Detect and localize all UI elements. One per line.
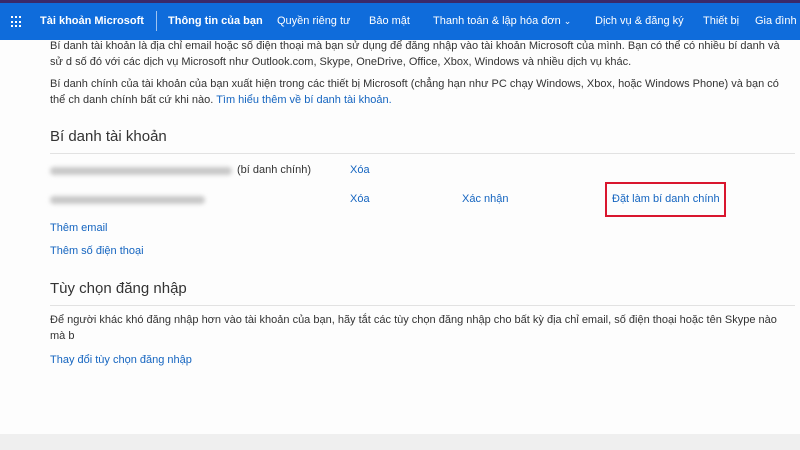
intro-text-1: Bí danh tài khoản là địa chỉ email hoặc …	[50, 38, 795, 70]
nav-privacy[interactable]: Quyền riêng tư	[277, 15, 350, 27]
intro-text-2: Bí danh chính của tài khoản của bạn xuất…	[50, 76, 795, 108]
nav-payment-billing[interactable]: Thanh toán & lập hóa đơn ⌄	[433, 15, 571, 27]
verify-alias-link[interactable]: Xác nhận	[462, 193, 508, 205]
primary-alias-email	[50, 167, 232, 175]
nav-family[interactable]: Gia đình	[755, 15, 797, 27]
intro-line: số đó với các dịch vụ Microsoft như Outl…	[75, 56, 632, 68]
remove-primary-alias-link[interactable]: Xóa	[350, 164, 370, 176]
divider	[50, 305, 795, 306]
signin-description: Để người khác khó đăng nhập hơn vào tài …	[50, 314, 777, 342]
chevron-down-icon: ⌄	[563, 16, 572, 26]
footer-band	[0, 434, 800, 450]
secondary-alias-email	[50, 196, 205, 204]
change-signin-options-link[interactable]: Thay đổi tùy chọn đăng nhập	[50, 352, 795, 368]
brand-link[interactable]: Tài khoản Microsoft	[40, 15, 144, 27]
top-nav: Tài khoản Microsoft Thông tin của bạn Qu…	[0, 3, 800, 40]
nav-your-info[interactable]: Thông tin của bạn	[168, 15, 263, 27]
alias-list: (bí danh chính) Xóa Xóa Xác nhận Đặt làm…	[50, 154, 795, 264]
signin-options-heading: Tùy chọn đăng nhập	[50, 280, 187, 297]
nav-divider	[156, 11, 157, 31]
nav-payment-label: Thanh toán & lập hóa đơn	[433, 15, 561, 27]
main-content: Bí danh tài khoản là địa chỉ email hoặc …	[50, 38, 795, 368]
nav-services[interactable]: Dịch vụ & đăng ký	[595, 15, 684, 27]
aliases-heading: Bí danh tài khoản	[50, 128, 167, 145]
remove-alias-link[interactable]: Xóa	[350, 193, 370, 205]
primary-alias-label: (bí danh chính)	[237, 164, 311, 176]
intro-line: danh chính bất cứ khi nào.	[83, 94, 214, 106]
add-phone-link[interactable]: Thêm số điện thoại	[50, 245, 144, 257]
highlight-box	[605, 182, 726, 217]
learn-more-link[interactable]: Tìm hiểu thêm về bí danh tài khoản.	[216, 94, 392, 106]
add-email-link[interactable]: Thêm email	[50, 222, 107, 234]
nav-security[interactable]: Bảo mật	[369, 15, 410, 27]
app-launcher-icon[interactable]	[11, 16, 23, 28]
nav-devices[interactable]: Thiết bị	[703, 15, 739, 27]
